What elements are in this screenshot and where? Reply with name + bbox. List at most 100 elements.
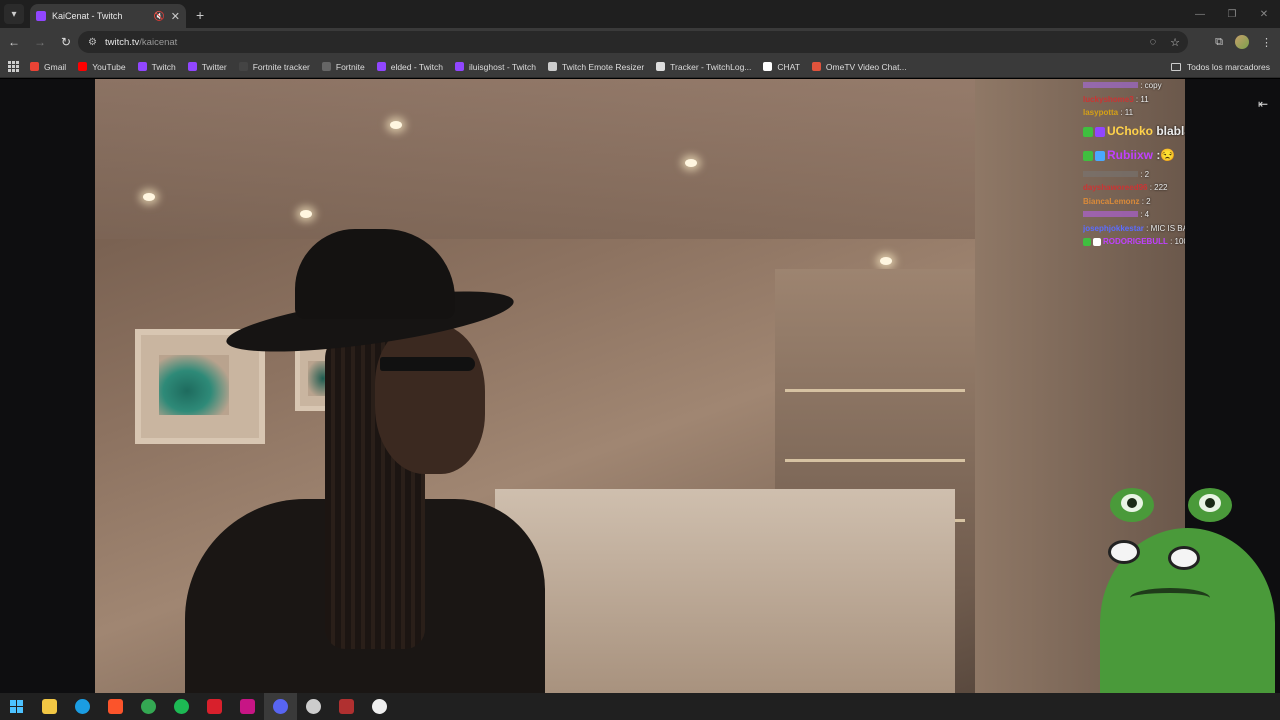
taskbar-app-red-icon[interactable] xyxy=(198,693,231,720)
folder-icon xyxy=(1170,63,1181,71)
bookmark-favicon-icon xyxy=(763,62,773,71)
taskbar-spotify-icon[interactable] xyxy=(165,693,198,720)
chat-text: blablabla xyxy=(1156,123,1185,138)
video-player[interactable]: : copy luckyshome3 : 11 lasypotta : 11 UCho… xyxy=(95,79,1185,693)
bookmark-favicon-icon xyxy=(656,62,666,71)
chat-username[interactable]: RODORIGEBULL xyxy=(1103,237,1168,246)
chat-username-blurred xyxy=(1083,211,1138,217)
profile-avatar[interactable] xyxy=(1235,35,1249,49)
app-pink-glyph xyxy=(240,699,255,714)
restore-icon[interactable]: ❐ xyxy=(1216,9,1248,20)
streamer xyxy=(185,229,545,693)
shelf xyxy=(785,389,965,392)
bookmark-item[interactable]: OmeTV Video Chat... xyxy=(811,62,907,72)
minimize-icon[interactable]: — xyxy=(1184,9,1216,20)
chat-badge-icon xyxy=(1095,127,1105,138)
chat-message: : copy xyxy=(1083,79,1185,93)
twitch-favicon-icon xyxy=(36,11,46,21)
bookmark-item[interactable]: Gmail xyxy=(30,62,66,72)
bookmark-favicon-icon xyxy=(238,62,248,71)
taskbar-windows-start-icon[interactable] xyxy=(0,693,33,720)
menu-icon[interactable]: ⋮ xyxy=(1261,36,1272,49)
chat-badge-icon xyxy=(1083,127,1093,138)
close-window-icon[interactable]: ✕ xyxy=(1248,9,1280,20)
taskbar-brave-icon[interactable] xyxy=(99,693,132,720)
windows-logo-icon xyxy=(10,700,23,713)
all-bookmarks-button[interactable]: Todos los marcadores xyxy=(1170,56,1270,78)
tab-search-icon[interactable]: ▾ xyxy=(4,4,24,24)
bookmark-item[interactable]: YouTube xyxy=(78,61,126,72)
bookmark-label: Twitch Emote Resizer xyxy=(561,61,645,72)
mute-tab-icon[interactable]: 🔇 xyxy=(154,11,165,22)
taskbar-file-explorer-icon[interactable] xyxy=(33,693,66,720)
overwatch-glyph xyxy=(372,699,387,714)
eye-off-icon[interactable]: ◌ xyxy=(1150,36,1157,48)
bookmark-label: Twitch xyxy=(151,61,176,72)
bookmark-item[interactable]: iluisghost - Twitch xyxy=(455,62,536,72)
bookmark-item[interactable]: elded - Twitch xyxy=(376,62,443,72)
ceiling-light xyxy=(685,159,697,167)
close-tab-icon[interactable]: ✕ xyxy=(171,10,180,23)
tab-kaicenat[interactable]: KaiCenat - Twitch 🔇 ✕ xyxy=(30,4,186,28)
chat-message: lasypotta : 11 xyxy=(1083,106,1185,120)
forward-icon[interactable]: → xyxy=(28,35,52,49)
chat-message: RODORIGEBULL : 100k bitrate 👀 xyxy=(1083,235,1185,249)
apps-grid-icon[interactable] xyxy=(8,60,20,73)
bookmark-item[interactable]: CHAT xyxy=(763,62,800,72)
bookmark-favicon-icon xyxy=(321,62,331,71)
bookmark-item[interactable]: Fortnite xyxy=(321,61,365,72)
extensions-icon[interactable]: ⧉ xyxy=(1215,36,1223,49)
chat-badge-icon xyxy=(1083,237,1091,246)
chat-username[interactable]: UChoko xyxy=(1107,124,1153,138)
obs-glyph xyxy=(306,699,321,714)
taskbar-discord-icon[interactable] xyxy=(264,693,297,720)
bookmark-favicon-icon xyxy=(547,62,557,71)
taskbar-overwatch-icon[interactable] xyxy=(363,693,396,720)
title-bar: ▾ KaiCenat - Twitch 🔇 ✕ + — ❐ ✕ xyxy=(0,0,1280,28)
taskbar-app-pink-icon[interactable] xyxy=(231,693,264,720)
pepe-emote xyxy=(1090,488,1280,720)
bookmark-favicon-icon xyxy=(811,62,821,71)
bookmarks-bar: Gmail YouTube Twitch Twitter Fortnite tracke… xyxy=(0,56,1280,78)
back-icon[interactable]: ← xyxy=(2,35,26,49)
bookmark-label: Twitter xyxy=(201,61,227,72)
bookmark-label: Fortnite xyxy=(335,61,365,72)
chat-text: : 100k bitrate 👀 xyxy=(1170,237,1185,246)
expand-chat-icon[interactable]: ⇤ xyxy=(1258,97,1268,111)
chat-text: : 2 xyxy=(1139,196,1151,206)
chat-username[interactable]: BiancaLemonz xyxy=(1083,197,1139,206)
bookmark-favicon-icon xyxy=(30,62,39,71)
address-bar[interactable]: ⚙ twitch.tv /kaicenat ◌ ☆ xyxy=(78,31,1188,53)
bookmark-star-icon[interactable]: ☆ xyxy=(1170,36,1180,49)
reload-icon[interactable]: ↻ xyxy=(54,35,78,49)
chat-badge-icon xyxy=(1083,151,1093,162)
chat-message: UChoko blablabla you black as shi my daw… xyxy=(1083,120,1185,144)
bookmark-item[interactable]: Twitch xyxy=(137,61,176,72)
taskbar-app-dark-icon[interactable] xyxy=(330,693,363,720)
ceiling-light xyxy=(390,121,402,129)
stream-page: : copy luckyshome3 : 11 lasypotta : 11 UCho… xyxy=(0,79,1280,693)
chat-username[interactable]: luckyshome3 xyxy=(1083,95,1134,104)
chat-message: Rubiixw :😒 xyxy=(1083,144,1185,168)
taskbar-chrome-icon[interactable] xyxy=(132,693,165,720)
url-path: /kaicenat xyxy=(139,36,178,48)
bookmark-favicon-icon xyxy=(455,62,465,71)
file-explorer-glyph xyxy=(42,699,57,714)
chat-text: : copy xyxy=(1138,81,1162,90)
taskbar-obs-icon[interactable] xyxy=(297,693,330,720)
chat-username[interactable]: lasypotta xyxy=(1083,108,1118,117)
bookmark-label: YouTube xyxy=(92,61,126,72)
discord-glyph xyxy=(273,699,288,714)
bookmark-item[interactable]: Twitter xyxy=(187,61,227,72)
site-info-icon[interactable]: ⚙ xyxy=(88,37,97,48)
new-tab-icon[interactable]: + xyxy=(196,7,204,23)
taskbar-edge-icon[interactable] xyxy=(66,693,99,720)
chat-username[interactable]: Rubiixw xyxy=(1107,148,1153,162)
chat-username[interactable]: josephjokkestar xyxy=(1083,224,1144,233)
bookmark-favicon-icon xyxy=(137,62,147,71)
chat-username[interactable]: dayshaworeed96 xyxy=(1083,183,1147,192)
chat-text: : 2 xyxy=(1138,169,1150,179)
bookmark-item[interactable]: Fortnite tracker xyxy=(238,62,310,72)
bookmark-item[interactable]: Twitch Emote Resizer xyxy=(547,61,645,72)
bookmark-item[interactable]: Tracker - TwitchLog... xyxy=(656,62,751,72)
